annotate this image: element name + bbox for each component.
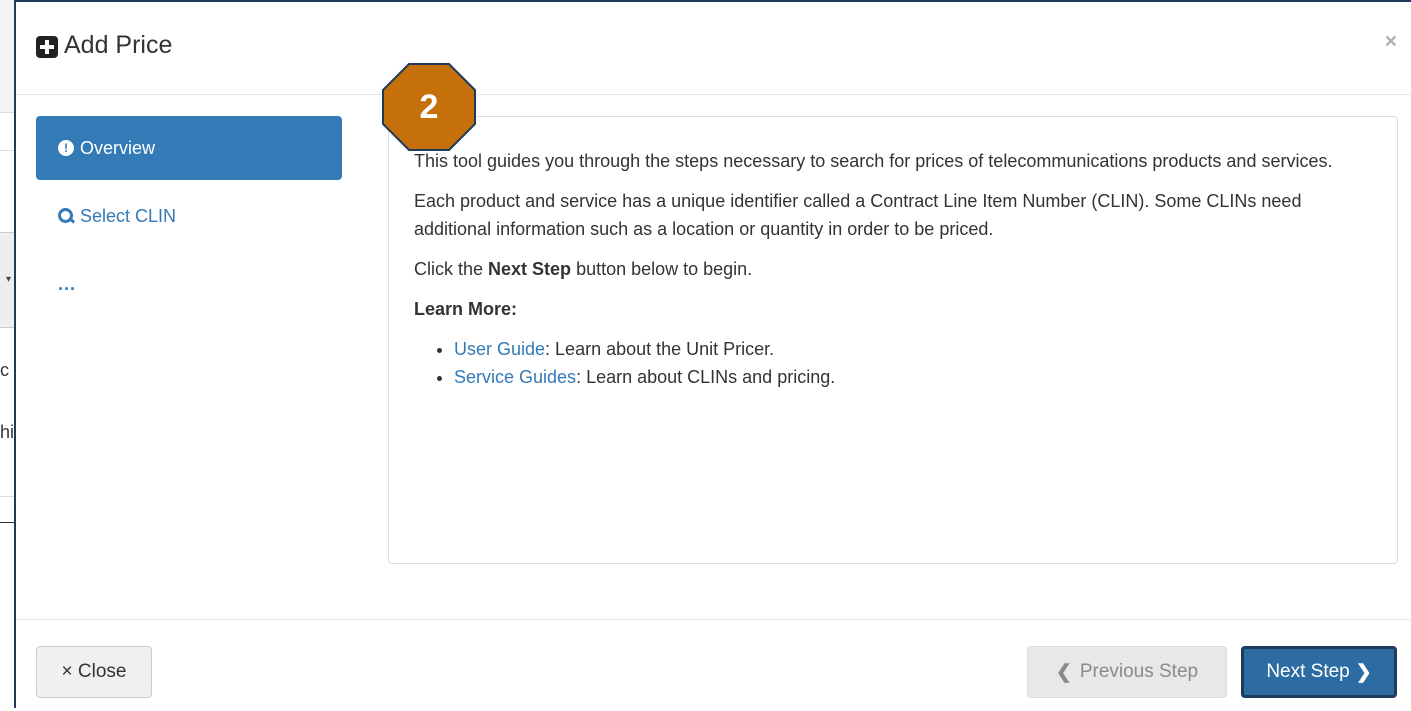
caret-down-icon: ▾ [6, 274, 12, 285]
instruction-text: button below to begin. [571, 259, 753, 279]
step-number-badge: 2 [381, 62, 477, 152]
overview-panel: This tool guides you through the steps n… [388, 116, 1398, 564]
modal-header: Add Price × [16, 2, 1411, 95]
exclamation-circle-icon: ! [58, 140, 74, 156]
step-nav-item-more[interactable]: ... [36, 252, 342, 316]
previous-step-button[interactable]: ❮ Previous Step [1027, 646, 1227, 698]
intro-paragraph: This tool guides you through the steps n… [414, 151, 1333, 171]
badge-number: 2 [419, 87, 439, 126]
background-text: c [0, 360, 9, 380]
instruction-text: Click the [414, 259, 489, 279]
next-step-button[interactable]: Next Step ❯ [1241, 646, 1397, 698]
next-step-label: Next Step [1266, 661, 1350, 682]
chevron-right-icon: ❯ [1355, 661, 1372, 683]
add-price-modal: Add Price × ! Overview Select CLIN ... T… [14, 0, 1411, 708]
step-nav-label: Select CLIN [80, 205, 177, 226]
plus-square-icon [36, 36, 58, 58]
close-icon[interactable]: × [1385, 30, 1397, 54]
instruction-paragraph: Click the Next Step button below to begi… [414, 255, 1372, 283]
clin-paragraph: Each product and service has a unique id… [414, 191, 1302, 239]
step-nav-label: ... [58, 273, 77, 294]
learn-more-list: User Guide: Learn about the Unit Pricer.… [414, 335, 1372, 391]
background-text: hi [0, 422, 15, 442]
step-nav: ! Overview Select CLIN ... [36, 116, 342, 320]
modal-footer: × Close ❮ Previous Step Next Step ❯ [16, 619, 1411, 711]
link-description: : Learn about CLINs and pricing. [576, 367, 836, 387]
step-nav-item-overview[interactable]: ! Overview [36, 116, 342, 180]
modal-title: Add Price [64, 31, 173, 59]
chevron-left-icon: ❮ [1055, 661, 1072, 683]
learn-more-heading: Learn More: [414, 299, 518, 319]
list-item: User Guide: Learn about the Unit Pricer. [454, 335, 1372, 363]
instruction-bold: Next Step [488, 259, 572, 279]
list-item: Service Guides: Learn about CLINs and pr… [454, 363, 1372, 391]
close-button[interactable]: × Close [36, 646, 152, 698]
previous-step-label: Previous Step [1079, 661, 1199, 682]
service-guides-link[interactable]: Service Guides [454, 367, 576, 387]
step-nav-label: Overview [80, 137, 156, 158]
search-icon [58, 208, 74, 224]
user-guide-link[interactable]: User Guide [454, 339, 545, 359]
step-nav-item-select-clin[interactable]: Select CLIN [36, 184, 342, 248]
link-description: : Learn about the Unit Pricer. [545, 339, 775, 359]
